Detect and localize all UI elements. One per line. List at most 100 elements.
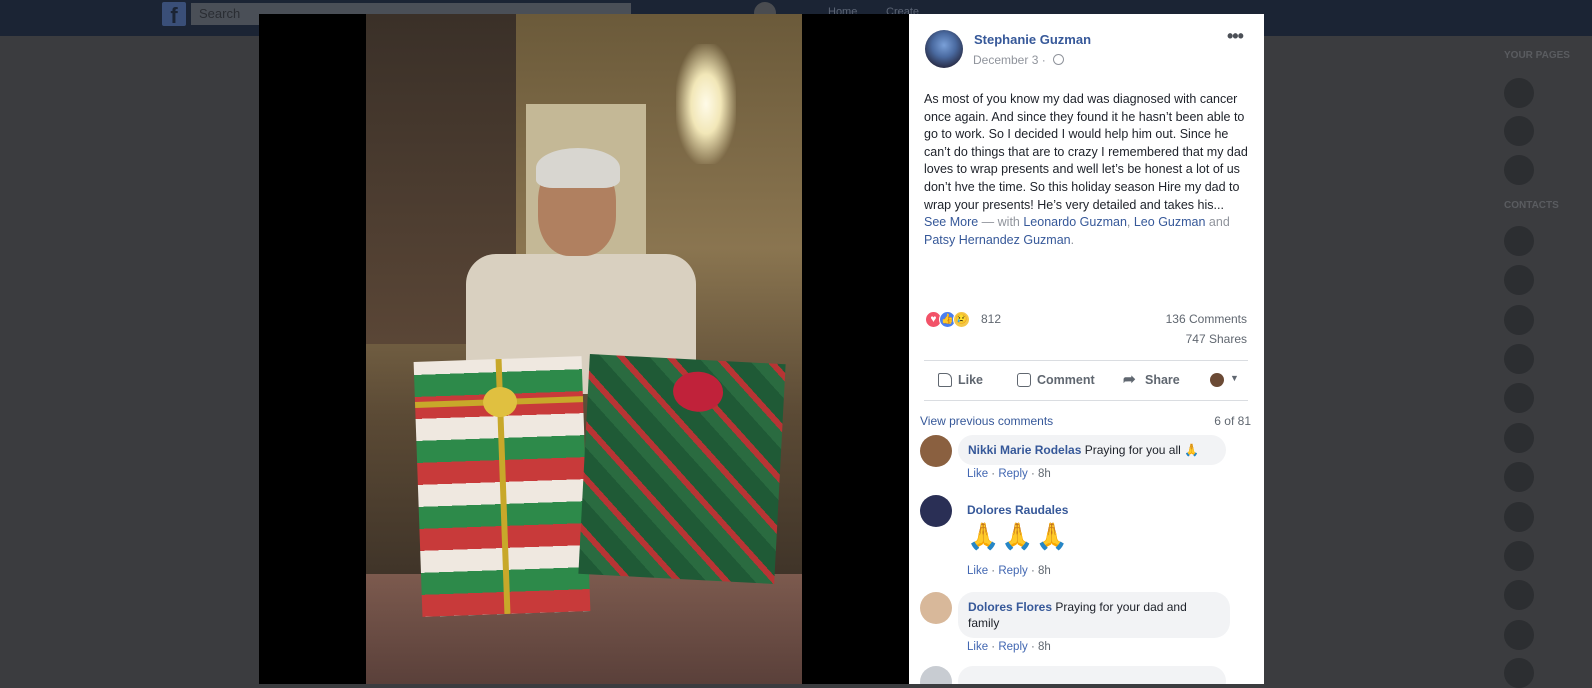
separator-dot: · (988, 565, 999, 577)
post-photo[interactable] (366, 14, 802, 684)
comment-reply-link[interactable]: Reply (998, 468, 1027, 480)
sidebar-page-item[interactable] (1504, 116, 1592, 146)
separator-dot: · (988, 468, 999, 480)
photo-person-hair (536, 148, 620, 188)
period-text: . (1070, 232, 1075, 247)
share-label: Share (1145, 373, 1180, 387)
comment-reply-link[interactable]: Reply (998, 641, 1027, 653)
avatar (1504, 502, 1534, 532)
avatar (1504, 462, 1534, 492)
avatar (1504, 383, 1534, 413)
shares-count-link[interactable]: 747 Shares (1186, 332, 1247, 346)
thumbs-up-icon (938, 373, 952, 387)
sidebar-page-item[interactable] (1504, 78, 1592, 108)
comments-count-link[interactable]: 136 Comments (1166, 312, 1247, 326)
like-button[interactable]: Like (938, 373, 983, 387)
comment-button[interactable]: Comment (1017, 373, 1095, 387)
chevron-down-icon[interactable]: ▼ (1230, 373, 1239, 383)
comment-emoji-text: 🙏🙏🙏 (967, 521, 1071, 551)
divider (924, 400, 1248, 401)
action-bar: Like Comment Share ▼ (924, 364, 1248, 396)
avatar (1504, 423, 1534, 453)
commenter-avatar[interactable] (920, 495, 952, 527)
author-name-link[interactable]: Stephanie Guzman (974, 32, 1091, 47)
share-button[interactable]: Share (1123, 370, 1180, 388)
photo-viewer[interactable] (259, 14, 909, 684)
divider (924, 360, 1248, 361)
comment-like-link[interactable]: Like (967, 565, 988, 577)
avatar (1504, 620, 1534, 650)
contact-item[interactable] (1504, 226, 1592, 256)
comment-time[interactable]: 8h (1038, 468, 1051, 480)
post-text: As most of you know my dad was diagnosed… (924, 92, 1248, 212)
comment-like-link[interactable]: Like (967, 641, 988, 653)
contact-item[interactable] (1504, 462, 1592, 492)
view-previous-comments-link[interactable]: View previous comments (920, 414, 1053, 428)
avatar (1504, 155, 1534, 185)
post-body: As most of you know my dad was diagnosed… (924, 91, 1252, 249)
comment-actions: Like · Reply · 8h (967, 641, 1051, 653)
photo-ceiling-light (676, 44, 736, 164)
contact-item[interactable] (1504, 383, 1592, 413)
contact-item[interactable] (1504, 502, 1592, 532)
comment-label: Comment (1037, 373, 1095, 387)
comment-text: Praying for you all 🙏 (1081, 443, 1200, 457)
comment-actions: Like · Reply · 8h (967, 468, 1051, 480)
separator-dot: · (988, 641, 999, 653)
comment-time[interactable]: 8h (1038, 565, 1051, 577)
post-date-text: December 3 (973, 53, 1039, 67)
separator-dot: · (1027, 641, 1038, 653)
share-arrow-icon (1123, 370, 1139, 388)
tagged-user-link[interactable]: Patsy Hernandez Guzman (924, 233, 1071, 247)
comment-bubble (958, 666, 1226, 684)
commenter-name-link[interactable]: Dolores Raudales (967, 503, 1068, 517)
reactions-count: 812 (981, 312, 1002, 326)
commenter-avatar[interactable] (920, 592, 952, 624)
contact-item[interactable] (1504, 580, 1592, 610)
and-text: and (1205, 215, 1230, 230)
photo-gift-box-left (413, 356, 591, 617)
tagged-user-link[interactable]: Leonardo Guzman (1023, 215, 1127, 229)
sidebar-page-item[interactable] (1504, 155, 1592, 185)
contacts-heading: CONTACTS (1504, 200, 1559, 211)
author-avatar[interactable] (925, 30, 963, 68)
photo-gift-box-right (578, 354, 786, 584)
avatar (1504, 78, 1534, 108)
globe-icon (1053, 54, 1065, 65)
more-options-icon[interactable]: ••• (1227, 27, 1244, 45)
contact-item[interactable] (1504, 305, 1592, 335)
contact-item[interactable] (1504, 620, 1592, 650)
avatar (1504, 116, 1534, 146)
contact-item[interactable] (1504, 265, 1592, 295)
contact-item[interactable] (1504, 541, 1592, 571)
see-more-link[interactable]: See More (924, 215, 978, 229)
comments-pagination-count: 6 of 81 (1214, 414, 1251, 428)
commenter-avatar[interactable] (920, 435, 952, 467)
facebook-logo-icon[interactable]: f (162, 2, 186, 28)
separator-dot: · (1027, 565, 1038, 577)
post-timestamp[interactable]: December 3 · (973, 53, 1065, 67)
separator-dot: · (1027, 468, 1038, 480)
your-pages-heading: YOUR PAGES (1504, 50, 1570, 61)
avatar (1504, 344, 1534, 374)
commenter-name-link[interactable]: Dolores Flores (968, 600, 1052, 614)
comment-bubble: Nikki Marie Rodelas Praying for you all … (958, 435, 1226, 465)
comment-like-link[interactable]: Like (967, 468, 988, 480)
avatar (1504, 305, 1534, 335)
tagged-user-link[interactable]: Leo Guzman (1134, 215, 1206, 229)
comment-time[interactable]: 8h (1038, 641, 1051, 653)
contact-item[interactable] (1504, 423, 1592, 453)
comment-reply-link[interactable]: Reply (998, 565, 1027, 577)
sad-reaction-icon: 😢 (953, 311, 970, 328)
contact-item[interactable] (1504, 344, 1592, 374)
avatar (1504, 541, 1534, 571)
separator-text: , (1126, 215, 1134, 230)
comment-bubble: Dolores Flores Praying for your dad and … (958, 592, 1230, 638)
post-as-avatar[interactable] (1210, 373, 1224, 387)
comment-bubble-icon (1017, 373, 1031, 387)
comment-actions: Like · Reply · 8h (967, 565, 1051, 577)
with-text: — with (978, 215, 1024, 230)
commenter-name-link[interactable]: Nikki Marie Rodelas (968, 443, 1081, 457)
avatar (1504, 265, 1534, 295)
like-label: Like (958, 373, 984, 387)
